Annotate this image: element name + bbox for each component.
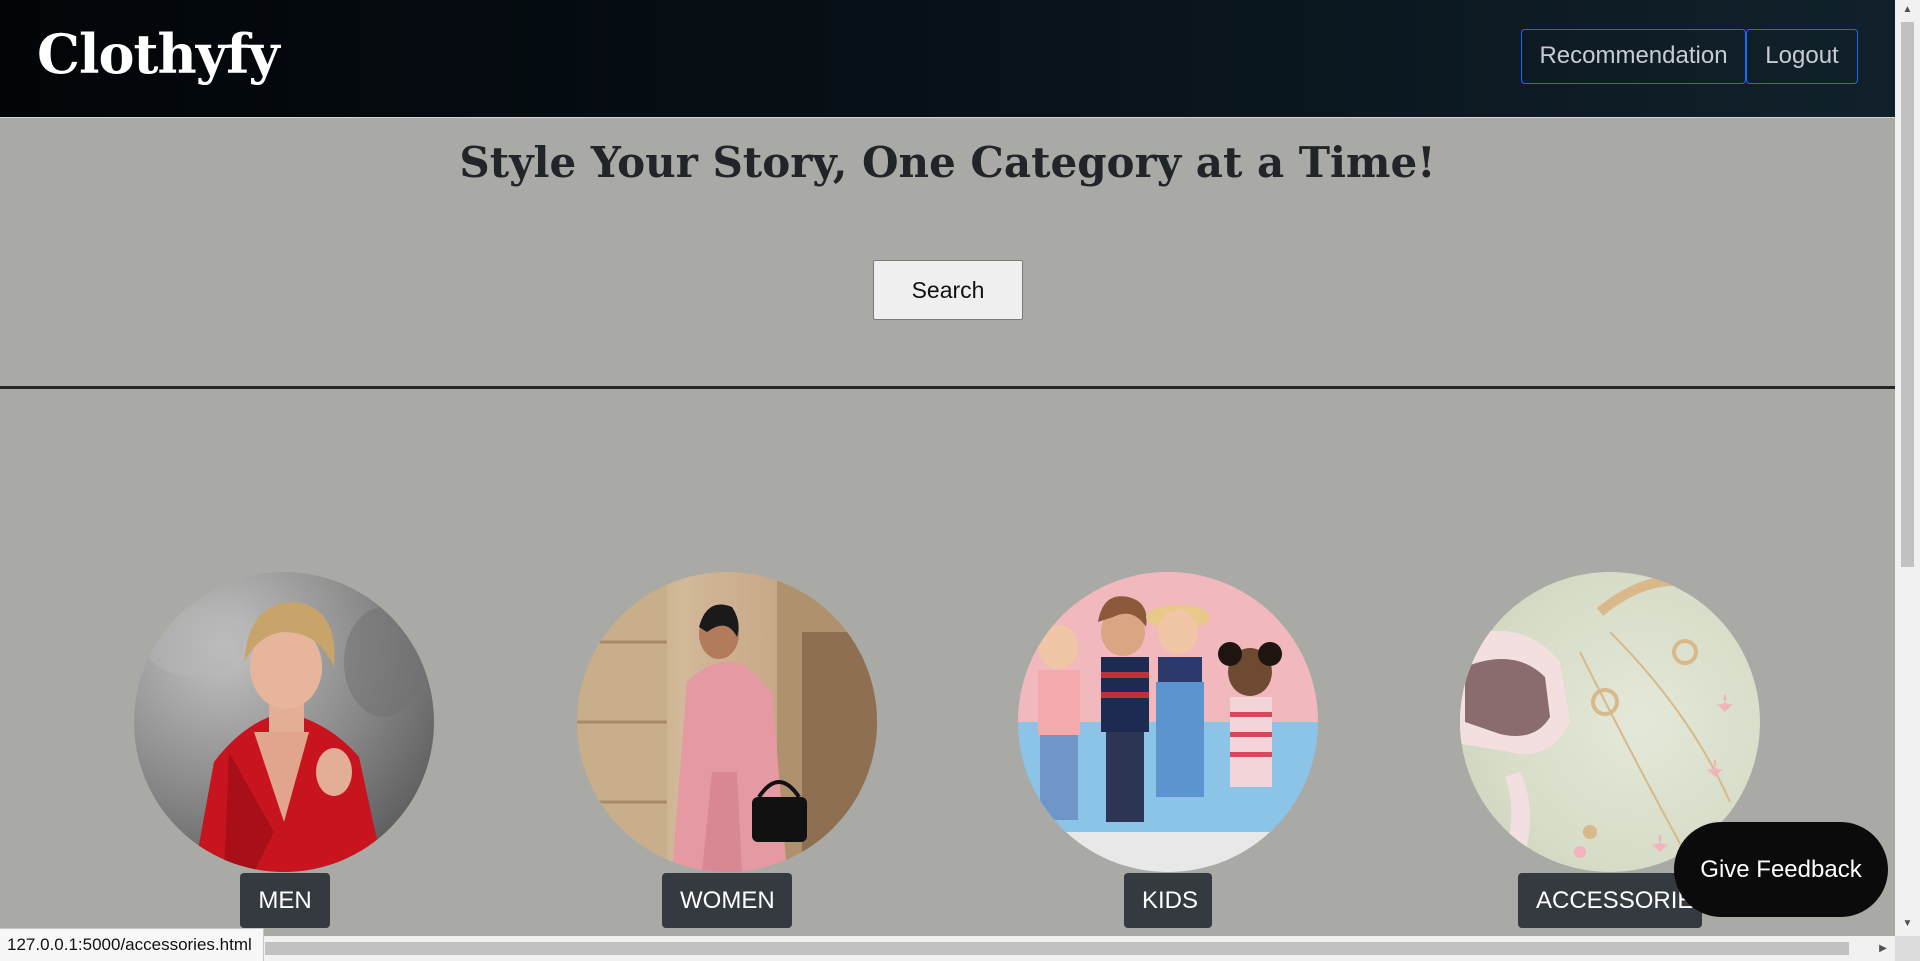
kids-photo xyxy=(1018,572,1318,872)
kids-category-button[interactable]: KIDS xyxy=(1124,873,1212,928)
vertical-scrollbar[interactable]: ▲ ▼ xyxy=(1895,0,1920,936)
brand-logo[interactable]: Clothyfy xyxy=(37,22,280,86)
scroll-down-arrow-icon[interactable]: ▼ xyxy=(1895,914,1920,934)
men-category-button[interactable]: MEN xyxy=(240,873,330,928)
women-category-image[interactable] xyxy=(577,572,877,872)
men-category-image[interactable] xyxy=(134,572,434,872)
scrollbar-corner xyxy=(1895,936,1920,961)
horizontal-scroll-thumb[interactable] xyxy=(265,942,1849,955)
recommendation-button[interactable]: Recommendation xyxy=(1521,29,1746,84)
men-photo xyxy=(144,602,424,872)
top-navbar: Clothyfy Recommendation Logout xyxy=(0,0,1895,118)
search-button[interactable]: Search xyxy=(873,260,1023,320)
scroll-right-arrow-icon[interactable]: ▶ xyxy=(1873,936,1893,961)
women-category-button[interactable]: WOMEN xyxy=(662,873,792,928)
page-title: Style Your Story, One Category at a Time… xyxy=(459,138,1436,187)
accessories-category-button[interactable]: ACCESSORIES xyxy=(1518,873,1709,928)
women-photo xyxy=(577,572,877,872)
vertical-scroll-thumb[interactable] xyxy=(1901,22,1914,567)
logout-button[interactable]: Logout xyxy=(1746,29,1858,84)
scroll-up-arrow-icon[interactable]: ▲ xyxy=(1895,0,1920,20)
section-divider xyxy=(0,386,1895,389)
status-bar-url: 127.0.0.1:5000/accessories.html xyxy=(0,928,264,961)
give-feedback-button[interactable]: Give Feedback xyxy=(1674,822,1888,917)
horizontal-scrollbar[interactable]: ▶ xyxy=(0,936,1895,961)
kids-category-image[interactable] xyxy=(1018,572,1318,872)
